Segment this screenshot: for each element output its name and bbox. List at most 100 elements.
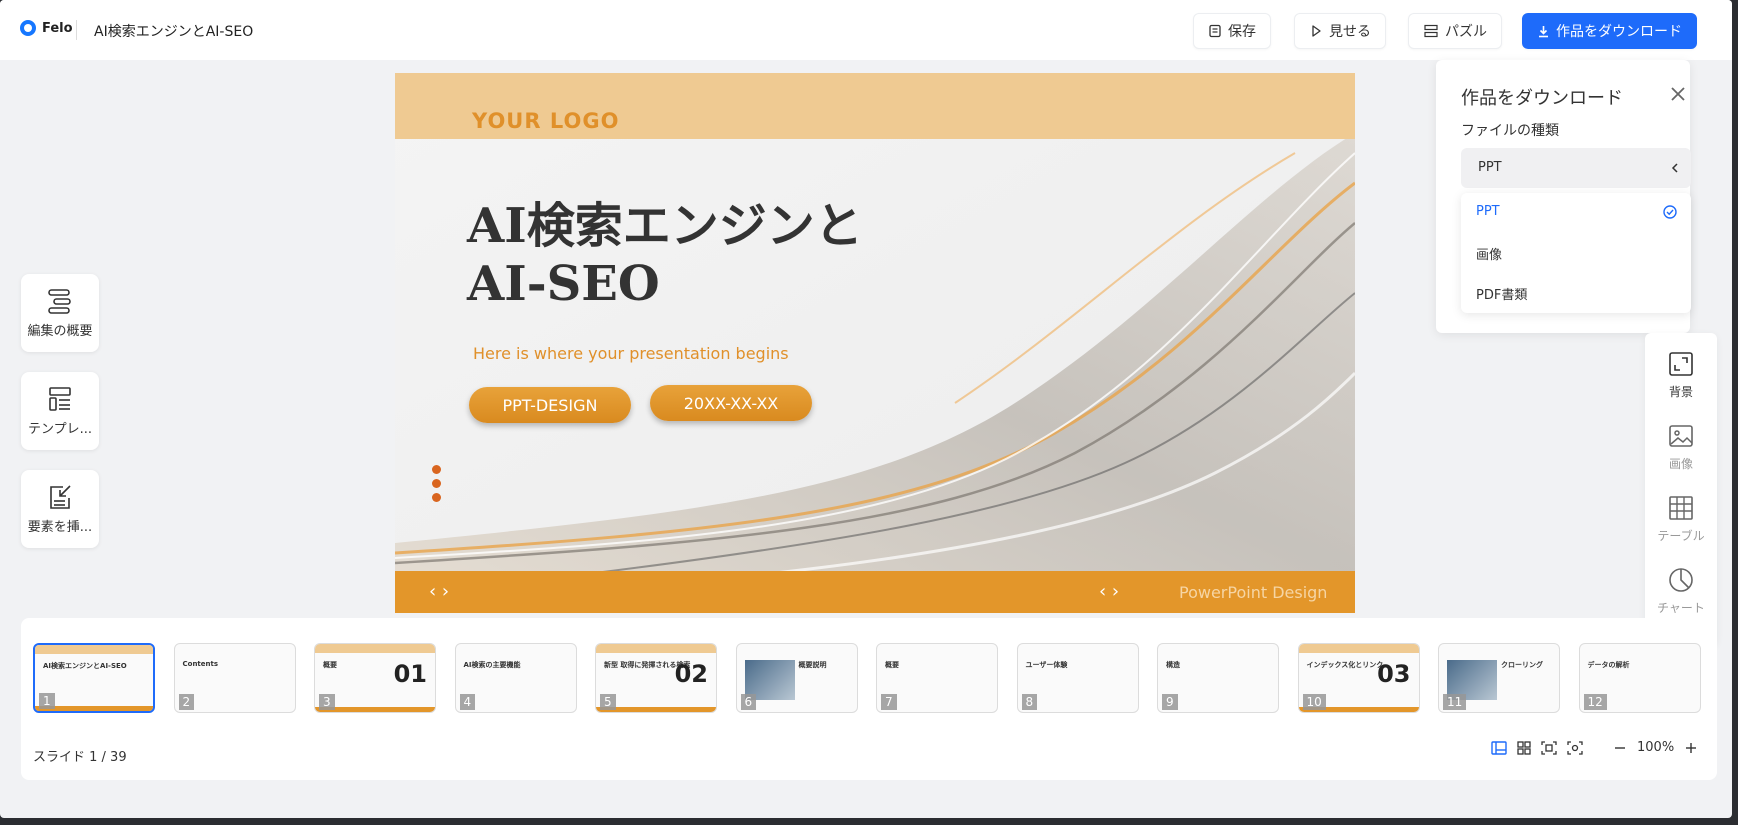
slide-thumbnail[interactable]: データの解析 12 [1578, 643, 1701, 713]
slide-canvas[interactable]: YOUR LOGO AI検索エンジンとAI-SEO Here is where … [395, 73, 1355, 613]
outline-icon [48, 288, 71, 314]
play-icon [1312, 25, 1321, 37]
header-bar: Felo AI検索エンジンとAI-SEO 保存 見せる パズル 作品をダウンロー… [0, 0, 1732, 60]
insert-element-button[interactable]: 要素を挿... [21, 470, 99, 548]
edit-outline-button[interactable]: 編集の概要 [21, 274, 99, 352]
thumb-title: 概要 [885, 661, 899, 669]
option-image[interactable]: 画像 [1476, 244, 1502, 263]
normal-view-icon[interactable] [1491, 740, 1507, 755]
slide-thumbnail[interactable]: 新型 取得に発揮される検索 02 5 [595, 643, 717, 713]
thumb-title: 概要説明 [798, 661, 827, 669]
view-controls: 100% [1491, 740, 1698, 755]
zoom-in-icon[interactable] [1684, 741, 1698, 755]
fullscreen-icon[interactable] [1567, 740, 1583, 755]
right-tool-panel: 背景 画像 テーブル チャート [1645, 333, 1717, 645]
app-window: Felo AI検索エンジンとAI-SEO 保存 見せる パズル 作品をダウンロー… [0, 0, 1732, 818]
table-icon [1669, 496, 1693, 520]
puzzle-label: パズル [1445, 24, 1487, 40]
slide-thumbnail[interactable]: クローリング 11 [1438, 643, 1560, 713]
thumb-number: 4 [459, 694, 476, 710]
thumb-title: データの解析 [1587, 661, 1630, 669]
close-icon[interactable] [1668, 84, 1688, 104]
slide-thumbnail[interactable]: Contents 2 [173, 643, 296, 713]
thumb-section-number: 03 [1377, 660, 1411, 688]
download-button[interactable]: 作品をダウンロード [1522, 13, 1697, 49]
slide-wave-art [395, 73, 1355, 613]
slide-thumbnail[interactable]: ユーザー体験 8 [1016, 643, 1139, 713]
image-icon [1669, 425, 1693, 447]
ppt-design-pill[interactable]: PPT-DESIGN [469, 387, 631, 423]
slide-thumbnail[interactable]: 概要説明 6 [735, 643, 858, 713]
thumb-title: Contents [182, 660, 219, 668]
slide-footer-text[interactable]: PowerPoint Design [1179, 583, 1327, 602]
slide-thumbnail[interactable]: AI検索エンジンとAI-SEO 1 [33, 643, 155, 713]
background-icon [1669, 352, 1693, 376]
zoom-level: 100% [1637, 740, 1675, 755]
date-pill[interactable]: 20XX-XX-XX [650, 385, 812, 421]
present-button[interactable]: 見せる [1294, 13, 1386, 49]
background-tool[interactable]: 背景 [1645, 351, 1717, 400]
slide-thumbnail[interactable]: 構造 9 [1157, 643, 1279, 713]
slide-title[interactable]: AI検索エンジンとAI-SEO [467, 197, 927, 313]
document-title[interactable]: AI検索エンジンとAI-SEO [94, 21, 253, 41]
option-ppt[interactable]: PPT [1476, 204, 1500, 219]
slide-thumbnail[interactable]: AI検索の主要機能 4 [454, 643, 577, 713]
thumb-title: インデックス化とリンク [1306, 661, 1384, 669]
download-icon [1539, 25, 1548, 37]
thumb-title: クローリング [1501, 661, 1543, 669]
chart-tool[interactable]: チャート [1645, 567, 1717, 616]
thumb-top-band [35, 645, 153, 654]
thumb-number: 11 [1443, 694, 1467, 710]
thumb-top-band [315, 644, 435, 653]
fit-screen-icon[interactable] [1541, 740, 1557, 755]
slide-left-arrows: ‹ › [429, 581, 450, 602]
save-icon [1209, 24, 1221, 38]
slide-right-arrows: ‹ › [1099, 581, 1120, 602]
background-tool-label: 背景 [1668, 385, 1693, 399]
thumb-title: 概要 [323, 661, 337, 669]
edit-outline-label: 編集の概要 [27, 323, 93, 339]
slide-thumbnail[interactable]: インデックス化とリンク 03 10 [1297, 643, 1420, 713]
slide-thumbnail[interactable]: 概要 01 3 [314, 643, 436, 713]
file-type-select[interactable]: PPT [1461, 148, 1691, 188]
download-label: 作品をダウンロード [1556, 24, 1682, 40]
slide-subtitle[interactable]: Here is where your presentation begins [473, 344, 789, 363]
slide-thumbnail[interactable]: 概要 7 [876, 643, 998, 713]
thumb-number: 10 [1302, 694, 1326, 710]
thumb-top-band [596, 644, 716, 653]
image-tool[interactable]: 画像 [1645, 423, 1717, 472]
slide-logo-text[interactable]: YOUR LOGO [472, 109, 619, 133]
grid-view-icon[interactable] [1517, 740, 1531, 755]
thumb-number: 7 [881, 694, 897, 710]
save-label: 保存 [1228, 24, 1256, 40]
download-panel: 作品をダウンロード ファイルの種類 PPT PPT 画像 PDF書類 [1436, 60, 1691, 333]
puzzle-button[interactable]: パズル [1408, 13, 1502, 49]
thumb-number: 2 [178, 694, 195, 710]
file-type-options: PPT 画像 PDF書類 [1461, 193, 1691, 313]
thumb-number: 6 [740, 694, 757, 710]
thumb-section-number: 02 [674, 660, 708, 688]
slide-filmstrip: AI検索エンジンとAI-SEO 1 Contents 2 概要 01 3 AI検索の主要機能 4… [21, 618, 1717, 780]
thumb-title: ユーザー体験 [1025, 661, 1068, 669]
download-panel-title: 作品をダウンロード [1461, 88, 1623, 109]
felo-logo[interactable]: Felo [20, 20, 73, 36]
template-icon [49, 386, 71, 411]
thumb-number: 1 [39, 693, 55, 709]
chart-tool-label: チャート [1657, 601, 1705, 615]
check-circle-icon [1663, 205, 1677, 219]
puzzle-icon [1424, 24, 1438, 38]
zoom-out-icon[interactable] [1613, 741, 1627, 755]
thumb-number: 5 [600, 694, 616, 710]
save-button[interactable]: 保存 [1193, 13, 1271, 49]
thumb-title: 構造 [1166, 661, 1180, 669]
thumb-section-number: 01 [393, 660, 427, 688]
thumb-top-band [1298, 644, 1419, 653]
thumb-title: AI検索エンジンとAI-SEO [43, 662, 127, 670]
template-button[interactable]: テンプレ... [21, 372, 99, 450]
thumb-number: 8 [1021, 694, 1038, 710]
thumb-title: AI検索の主要機能 [463, 661, 521, 669]
table-tool[interactable]: テーブル [1645, 495, 1717, 544]
insert-element-icon [50, 484, 71, 509]
option-pdf[interactable]: PDF書類 [1476, 284, 1527, 303]
chevron-left-icon [1671, 163, 1678, 173]
